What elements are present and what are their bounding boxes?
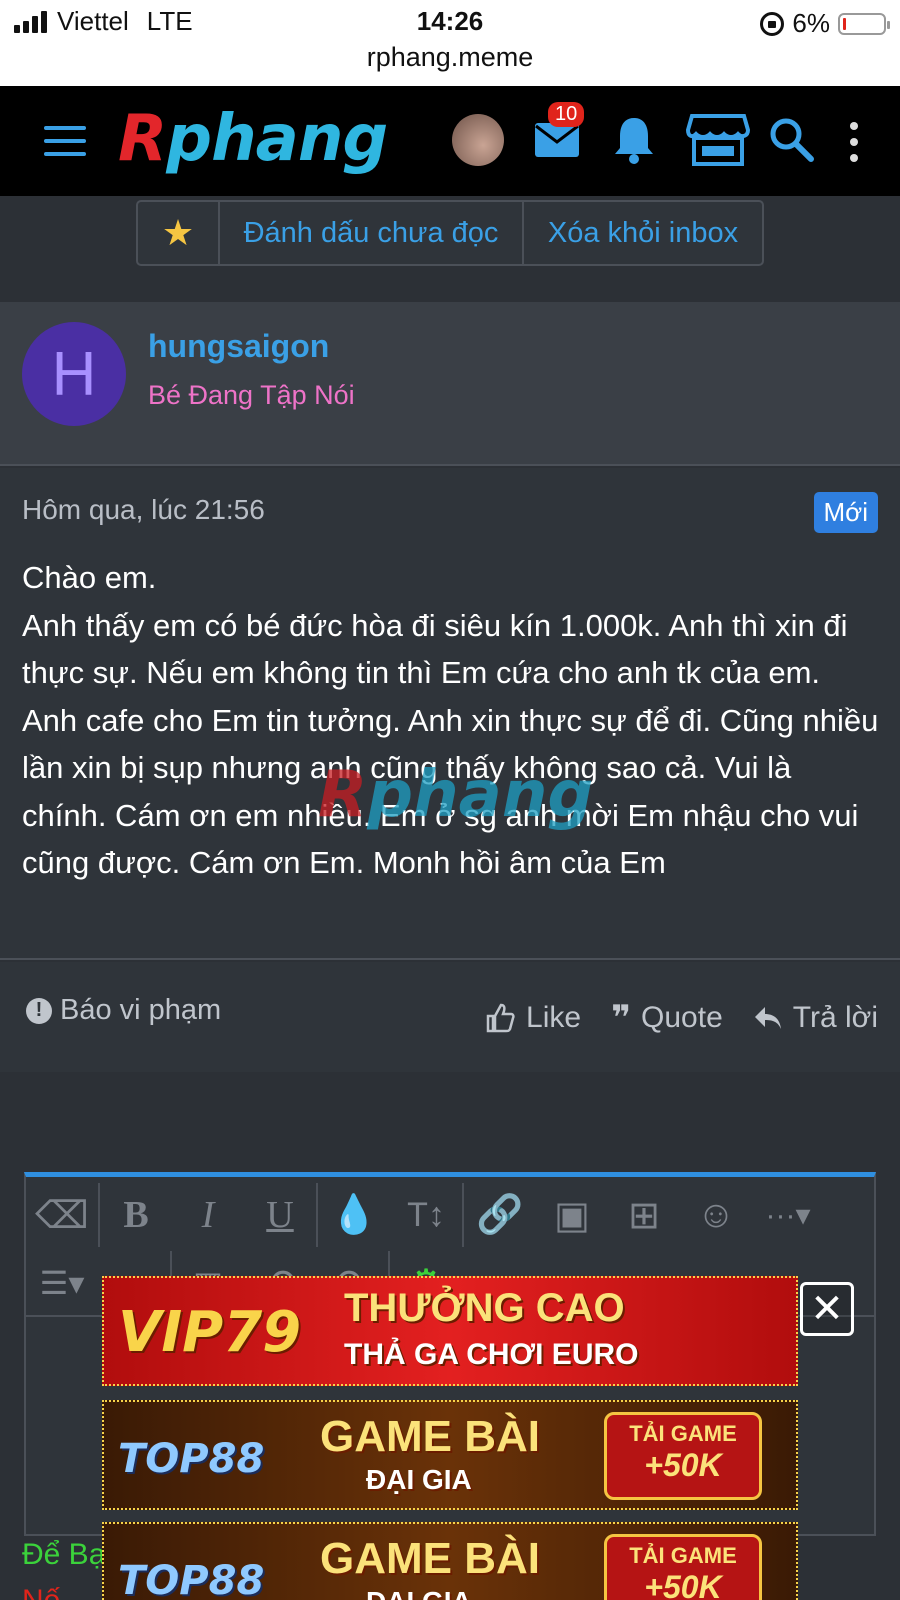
green-text-snippet: Để Bạ: [22, 1538, 106, 1571]
red-text-snippet: Nế: [22, 1584, 60, 1600]
ad-headline: THƯỞNG CAO: [344, 1286, 625, 1330]
status-bar: Viettel LTE 14:26 rphang.meme 6%: [0, 0, 900, 86]
font-size-icon[interactable]: T↕: [390, 1185, 462, 1245]
author-avatar[interactable]: H: [22, 322, 126, 426]
rotation-lock-icon: [760, 11, 785, 36]
ad-brand-logo: VIP79: [118, 1300, 302, 1365]
conversation-action-bar: ★ Đánh dấu chưa đọc Xóa khỏi inbox: [136, 200, 764, 266]
ad-cta-button[interactable]: TẢI GAME +50K: [604, 1412, 762, 1500]
reply-label: Trả lời: [792, 1001, 878, 1034]
new-badge: Mới: [813, 492, 878, 533]
message-body: Hôm qua, lúc 21:56 Mới Chào em. Anh thấy…: [0, 468, 900, 960]
italic-icon[interactable]: I: [172, 1185, 244, 1245]
report-button[interactable]: ! Báo vi phạm: [26, 994, 221, 1027]
site-logo[interactable]: Rphang: [118, 102, 388, 176]
battery-percent: 6%: [792, 8, 830, 38]
underline-icon[interactable]: U: [244, 1185, 316, 1245]
mark-unread-button[interactable]: Đánh dấu chưa đọc: [220, 202, 524, 264]
ad-brand-logo: TOP88: [118, 1558, 265, 1600]
align-icon[interactable]: ☰▾: [26, 1253, 98, 1313]
color-drop-icon[interactable]: 💧: [318, 1185, 390, 1245]
reply-icon: [754, 1007, 781, 1029]
battery-icon: [838, 12, 890, 35]
toolbar-row: ⌫ B I U 💧 T↕ 🔗 ▣ ⊞ ☺ ···▾: [26, 1181, 824, 1249]
message-footer: ! Báo vi phạm Like ❞ Quote Trả lời: [0, 962, 900, 1072]
warning-icon: !: [26, 997, 52, 1024]
author-title: Bé Đang Tập Nói: [148, 380, 355, 410]
menu-icon[interactable]: [44, 126, 86, 156]
message-timestamp[interactable]: Hôm qua, lúc 21:56: [22, 494, 265, 526]
report-label: Báo vi phạm: [60, 994, 222, 1026]
reply-button[interactable]: Trả lời: [753, 1001, 878, 1035]
remove-from-inbox-button[interactable]: Xóa khỏi inbox: [524, 202, 762, 264]
ad-cta-button[interactable]: TẢI GAME +50K: [604, 1534, 762, 1600]
message-greeting: Chào em.: [22, 560, 157, 595]
eraser-icon[interactable]: ⌫: [26, 1185, 98, 1245]
link-icon[interactable]: 🔗: [464, 1185, 536, 1245]
message-text: Chào em. Anh thấy em có bé đức hòa đi si…: [22, 554, 882, 887]
more-tools-icon[interactable]: ···▾: [752, 1185, 824, 1245]
status-right: 6%: [760, 8, 890, 39]
thumbs-up-icon: [486, 1003, 515, 1033]
bell-icon[interactable]: [612, 114, 656, 164]
close-ad-button[interactable]: ✕: [800, 1282, 854, 1336]
ad-banner-top88[interactable]: TOP88 GAME BÀI ĐẠI GIA TẢI GAME +50K: [102, 1400, 798, 1510]
ad-headline: GAME BÀI: [320, 1412, 540, 1461]
quote-button[interactable]: ❞ Quote: [611, 998, 723, 1038]
message-author: H hungsaigon Bé Đang Tập Nói: [0, 302, 900, 466]
ad-banner-top88[interactable]: TOP88 GAME BÀI ĐẠI GIA TẢI GAME +50K: [102, 1522, 798, 1600]
site-header: Rphang 10: [0, 86, 900, 196]
message-paragraph: Anh thấy em có bé đức hòa đi siêu kín 1.…: [22, 607, 879, 881]
ad-brand-logo: TOP88: [118, 1436, 265, 1482]
mail-icon[interactable]: [534, 122, 580, 158]
more-options-icon[interactable]: [848, 122, 860, 162]
mail-count-badge: 10: [548, 102, 585, 127]
star-icon[interactable]: ★: [138, 202, 220, 264]
like-label: Like: [526, 1001, 582, 1034]
ad-banner-vip79[interactable]: VIP79 THƯỞNG CAO THẢ GA CHƠI EURO: [102, 1276, 798, 1386]
ad-subline: ĐẠI GIA: [366, 1464, 472, 1495]
image-icon[interactable]: ▣: [536, 1185, 608, 1245]
user-avatar-icon[interactable]: [452, 114, 504, 166]
store-icon[interactable]: [686, 112, 750, 168]
ad-subline: ĐẠI GIA: [366, 1586, 472, 1600]
quote-label: Quote: [641, 1001, 723, 1034]
ad-headline: GAME BÀI: [320, 1534, 540, 1583]
quote-icon: ❞: [611, 999, 632, 1037]
bold-icon[interactable]: B: [100, 1185, 172, 1245]
like-button[interactable]: Like: [484, 1001, 581, 1035]
smiley-icon[interactable]: ☺: [680, 1185, 752, 1245]
footer-actions: Like ❞ Quote Trả lời: [484, 998, 878, 1038]
spacer: [0, 1072, 900, 1152]
watermark-logo: Rphang: [318, 758, 594, 832]
author-username[interactable]: hungsaigon: [148, 328, 329, 365]
search-icon[interactable]: [768, 116, 814, 162]
ad-subline: THẢ GA CHƠI EURO: [344, 1338, 639, 1371]
video-icon[interactable]: ⊞: [608, 1185, 680, 1245]
address-bar-url[interactable]: rphang.meme: [0, 42, 900, 73]
